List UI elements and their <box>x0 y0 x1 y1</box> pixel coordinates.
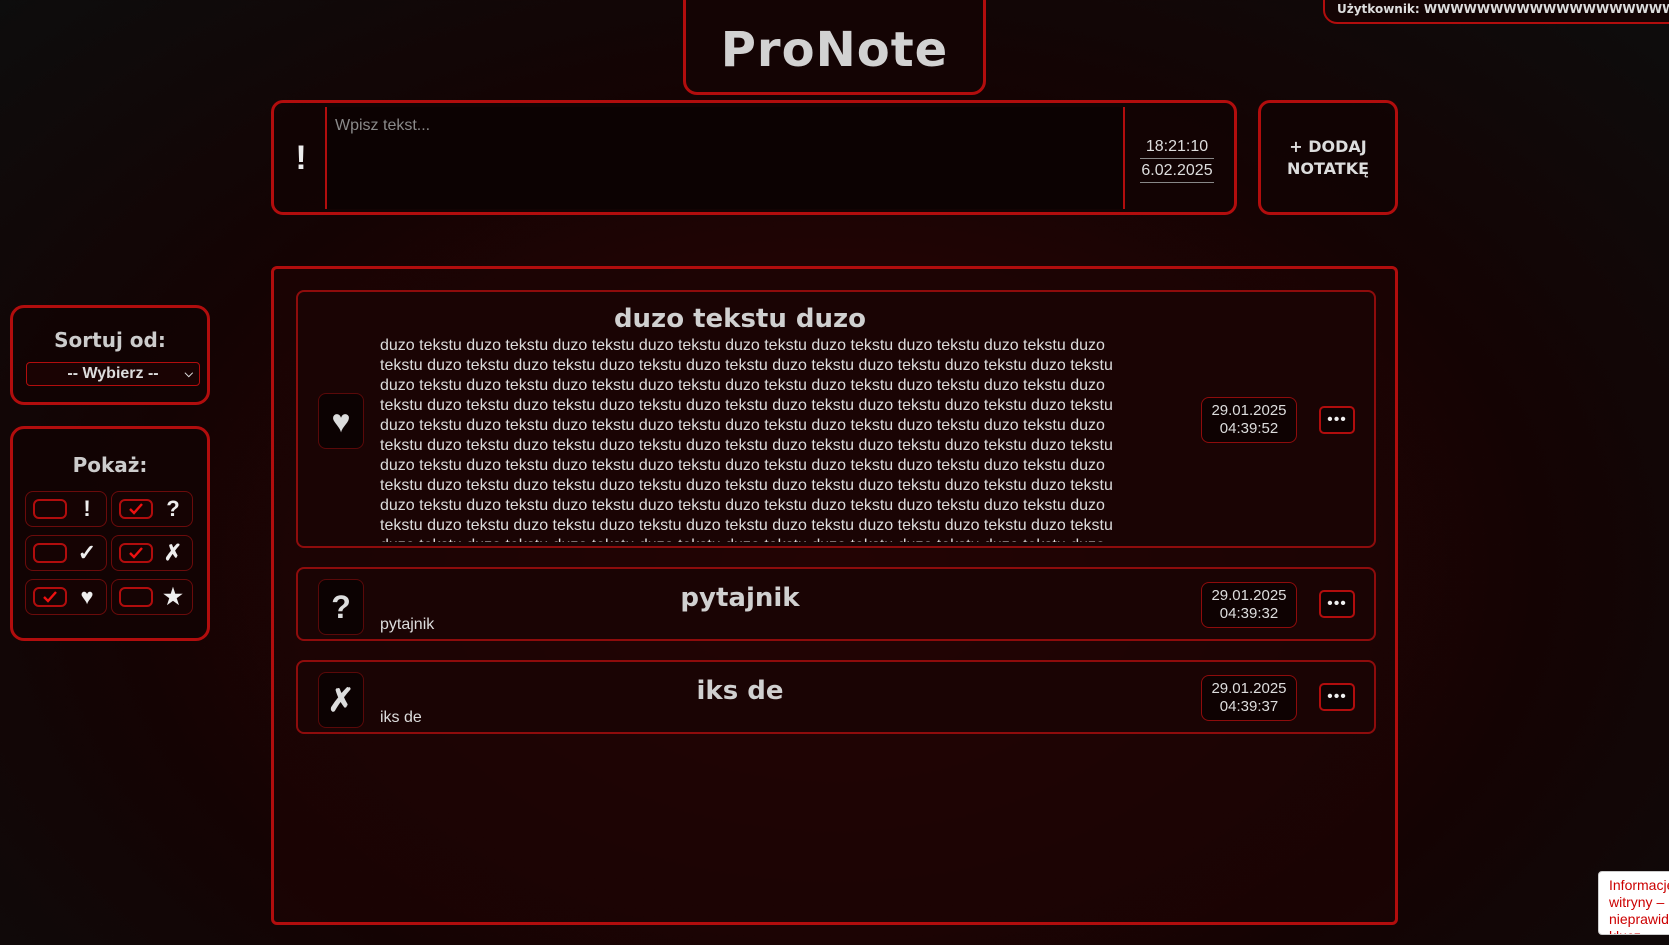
question-icon: ? <box>166 496 180 521</box>
note-time: 04:39:37 <box>1219 698 1279 715</box>
note-timestamp: 29.01.2025 04:39:32 <box>1201 582 1297 628</box>
exclamation-icon: ! <box>83 496 91 521</box>
chevron-down-icon: ⌵ <box>184 367 193 380</box>
heart-icon: ♥ <box>80 584 94 609</box>
filter-exclamation[interactable]: ! <box>25 491 107 527</box>
user-label: Użytkownik: WWWWWWWWWWWWWWWWWWWWWW <box>1323 0 1669 24</box>
sort-select[interactable]: -- Wybierz -- ⌵ <box>26 362 200 386</box>
note-menu-button[interactable]: ••• <box>1319 406 1355 434</box>
note-time: 04:39:52 <box>1219 420 1279 437</box>
note-timestamp: 29.01.2025 04:39:52 <box>1201 397 1297 443</box>
more-icon: ••• <box>1327 688 1347 705</box>
more-icon: ••• <box>1327 595 1347 612</box>
note-title: duzo tekstu duzo <box>613 304 867 334</box>
filter-heart[interactable]: ♥ <box>25 579 107 615</box>
note-body: pytajnik <box>380 616 435 633</box>
note-body: iks de <box>380 709 422 726</box>
notes-list: ♥ duzo tekstu duzo duzo tekstu duzo tekstu… <box>271 266 1398 925</box>
sort-title: Sortuj od: <box>54 328 166 352</box>
note-date: 29.01.2025 <box>1211 680 1287 697</box>
filter-question[interactable]: ? <box>111 491 193 527</box>
note-card[interactable]: ✗ iks de iks de 29.01.2025 04:39:37 ••• <box>296 660 1376 734</box>
note-menu-button[interactable]: ••• <box>1319 683 1355 711</box>
note-body: duzo tekstu duzo tekstu duzo tekstu duzo… <box>380 337 1113 542</box>
current-date: 6.02.2025 <box>1140 162 1214 183</box>
note-title: pytajnik <box>680 583 800 613</box>
note-text-input[interactable] <box>325 107 1125 209</box>
star-icon: ★ <box>163 584 183 609</box>
sort-selected-value: -- Wybierz -- <box>67 365 159 382</box>
check-mark-icon <box>129 547 143 559</box>
note-date: 29.01.2025 <box>1211 587 1287 604</box>
note-time: 04:39:32 <box>1219 605 1279 622</box>
filter-checkbox[interactable] <box>119 543 153 563</box>
note-card[interactable]: ♥ duzo tekstu duzo duzo tekstu duzo tekstu… <box>296 290 1376 548</box>
current-time: 18:21:10 <box>1140 138 1214 159</box>
note-timestamp: 29.01.2025 04:39:37 <box>1201 675 1297 721</box>
note-title: iks de <box>696 676 784 706</box>
filter-star[interactable]: ★ <box>111 579 193 615</box>
app-title: ProNote <box>720 22 949 78</box>
more-icon: ••• <box>1327 411 1347 428</box>
add-note-button[interactable]: + DODAJ NOTATKĘ <box>1258 100 1398 215</box>
filter-checkbox[interactable] <box>33 587 67 607</box>
note-composer: ! 18:21:10 6.02.2025 <box>271 100 1237 215</box>
filter-title: Pokaż: <box>72 453 148 477</box>
filter-checkmark[interactable]: ✓ <box>25 535 107 571</box>
filter-checkbox[interactable] <box>33 543 67 563</box>
question-icon: ? <box>318 579 364 635</box>
note-card[interactable]: ? pytajnik pytajnik 29.01.2025 04:39:32 ••• <box>296 567 1376 641</box>
checkmark-icon: ✓ <box>77 540 97 565</box>
filter-checkbox[interactable] <box>33 499 67 519</box>
add-note-label: + DODAJ NOTATKĘ <box>1286 136 1370 178</box>
filter-checkbox[interactable] <box>119 587 153 607</box>
priority-selector-button[interactable]: ! <box>280 109 322 207</box>
check-mark-icon <box>43 591 57 603</box>
note-date: 29.01.2025 <box>1211 402 1287 419</box>
cross-icon: ✗ <box>163 540 183 565</box>
filter-panel: Pokaż: !? ✓ ✗ ♥ ★ <box>10 426 210 641</box>
app-logo: ProNote <box>683 0 986 95</box>
heart-icon: ♥ <box>318 393 364 449</box>
check-mark-icon <box>129 503 143 515</box>
cross-icon: ✗ <box>318 672 364 728</box>
note-menu-button[interactable]: ••• <box>1319 590 1355 618</box>
sort-panel: Sortuj od: -- Wybierz -- ⌵ <box>10 305 210 405</box>
filter-cross[interactable]: ✗ <box>111 535 193 571</box>
filter-checkbox[interactable] <box>119 499 153 519</box>
site-info-toast: Informacje witryny – nieprawidłowy klucz… <box>1598 871 1669 935</box>
